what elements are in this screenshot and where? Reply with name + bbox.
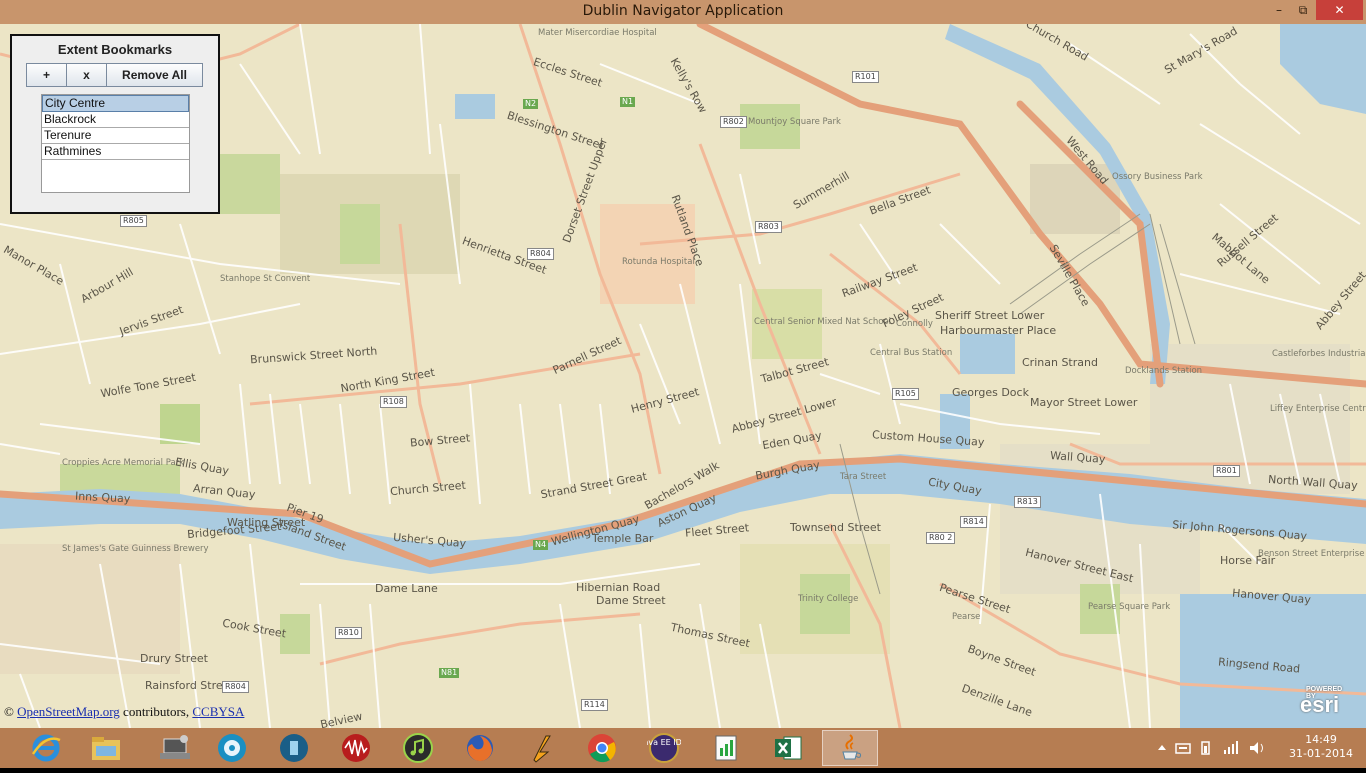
java-ee-ide-icon[interactable]: Java EE IDE [636, 730, 692, 766]
winamp-icon[interactable] [514, 730, 570, 766]
route-shield: R805 [120, 215, 147, 227]
map-attribution: © OpenStreetMap.org contributors, CCBYSA [4, 704, 244, 720]
place-label: Pearse Square Park [1088, 602, 1171, 612]
route-shield: R814 [960, 516, 987, 528]
title-bar[interactable]: Dublin Navigator Application – ⧉ ✕ [0, 0, 1366, 24]
tray-icons[interactable] [1150, 728, 1290, 768]
place-label: Croppies Acre Memorial Park [62, 458, 185, 468]
bookmark-item[interactable]: Blackrock [42, 112, 189, 128]
street-label: Harbourmaster Place [940, 324, 1057, 337]
excel-icon[interactable] [760, 730, 816, 766]
remove-all-button[interactable]: Remove All [106, 63, 203, 87]
clock-time: 14:49 [1305, 733, 1337, 746]
network-signal-icon [1224, 750, 1226, 754]
window-title: Dublin Navigator Application [582, 3, 784, 19]
street-label: Mayor Street Lower [1030, 396, 1138, 409]
route-shield: R114 [581, 699, 608, 711]
bookmark-item[interactable]: Rathmines [42, 144, 189, 160]
attribution-text: contributors, [123, 704, 190, 719]
route-shield: R108 [380, 396, 407, 408]
itunes-icon[interactable] [390, 730, 446, 766]
place-label: Stanhope St Convent [220, 274, 311, 284]
internet-explorer-icon[interactable] [18, 730, 74, 766]
place-label: Pearse [952, 612, 981, 622]
route-shield: R804 [222, 681, 249, 693]
street-label: Townsend Street [790, 521, 881, 534]
notepad-chart-icon[interactable] [698, 730, 754, 766]
street-label: Dame Lane [375, 582, 438, 595]
place-label: Central Bus Station [870, 348, 953, 358]
firefox-icon[interactable] [452, 730, 508, 766]
video-app-icon[interactable] [266, 730, 322, 766]
bookmarks-title: Extent Bookmarks [57, 42, 173, 57]
route-shield: R80 2 [926, 532, 956, 544]
copyright-symbol: © [4, 704, 14, 719]
system-clock[interactable]: 14:49 31-01-2014 [1286, 733, 1356, 761]
place-label: Liffey Enterprise Centre [1270, 404, 1366, 414]
route-shield: R801 [1213, 465, 1240, 477]
bookmark-item[interactable]: City Centre [42, 95, 189, 112]
network-app-icon[interactable] [146, 730, 202, 766]
java-icon[interactable] [822, 730, 878, 766]
close-button[interactable]: ✕ [1316, 0, 1363, 20]
street-label: Dame Street [596, 594, 666, 607]
extent-bookmarks-panel: Extent Bookmarks + x Remove All City Cen… [10, 34, 220, 214]
esri-logo: POWERED BY esri [1300, 686, 1342, 718]
powered-by-text: POWERED BY [1306, 686, 1343, 700]
street-label: Georges Dock [952, 386, 1029, 399]
place-label: Mountjoy Square Park [748, 117, 841, 127]
ccbysa-link[interactable]: CCBYSA [192, 704, 244, 719]
place-label: Rotunda Hospital [622, 257, 695, 267]
street-label: Temple Bar [592, 532, 654, 545]
national-route-shield: N2 [523, 99, 539, 109]
delete-bookmark-button[interactable]: x [66, 63, 107, 87]
media-app-icon[interactable] [204, 730, 260, 766]
place-label: Ossory Business Park [1112, 172, 1203, 182]
route-shield: R105 [892, 388, 919, 400]
place-label: St James's Gate Guinness Brewery [62, 544, 209, 554]
clock-date: 31-01-2014 [1289, 747, 1353, 760]
volume-icon [1250, 742, 1258, 754]
national-route-shield: N1 [620, 97, 636, 107]
place-label: Tara Street [840, 472, 887, 482]
show-hidden-icons-icon [1158, 745, 1166, 750]
place-label: Mater Misercordiae Hospital [538, 28, 657, 38]
street-label: Drury Street [140, 652, 208, 665]
street-label: Hibernian Road [576, 581, 661, 594]
minimize-button[interactable]: – [1266, 0, 1292, 20]
route-shield: R810 [335, 627, 362, 639]
bookmark-list[interactable]: City Centre Blackrock Terenure Rathmines [41, 94, 190, 193]
chrome-icon[interactable] [574, 730, 630, 766]
street-label: Rainsford Street [145, 679, 234, 692]
add-bookmark-button[interactable]: + [26, 63, 67, 87]
bookmark-item[interactable]: Terenure [42, 128, 189, 144]
route-shield: R803 [755, 221, 782, 233]
street-label: Crinan Strand [1022, 356, 1098, 369]
java-ee-text: Java EE IDE [647, 738, 681, 747]
place-label: Central Senior Mixed Nat School [754, 317, 892, 327]
place-label: Docklands Station [1125, 366, 1203, 376]
maximize-button[interactable]: ⧉ [1290, 0, 1316, 20]
national-route-shield: N4 [533, 540, 549, 550]
place-label: Trinity College [798, 594, 859, 604]
route-shield: R813 [1014, 496, 1041, 508]
openstreetmap-link[interactable]: OpenStreetMap.org [17, 704, 120, 719]
file-explorer-icon[interactable] [78, 730, 134, 766]
street-label: Horse Fair [1220, 554, 1276, 567]
place-label: Castleforbes Industrial Estate [1272, 349, 1366, 359]
recorder-app-icon[interactable] [328, 730, 384, 766]
route-shield: R802 [720, 116, 747, 128]
route-shield: R804 [527, 248, 554, 260]
route-shield: R101 [852, 71, 879, 83]
national-route-shield: N81 [439, 668, 460, 678]
street-label: Sheriff Street Lower [935, 309, 1045, 322]
